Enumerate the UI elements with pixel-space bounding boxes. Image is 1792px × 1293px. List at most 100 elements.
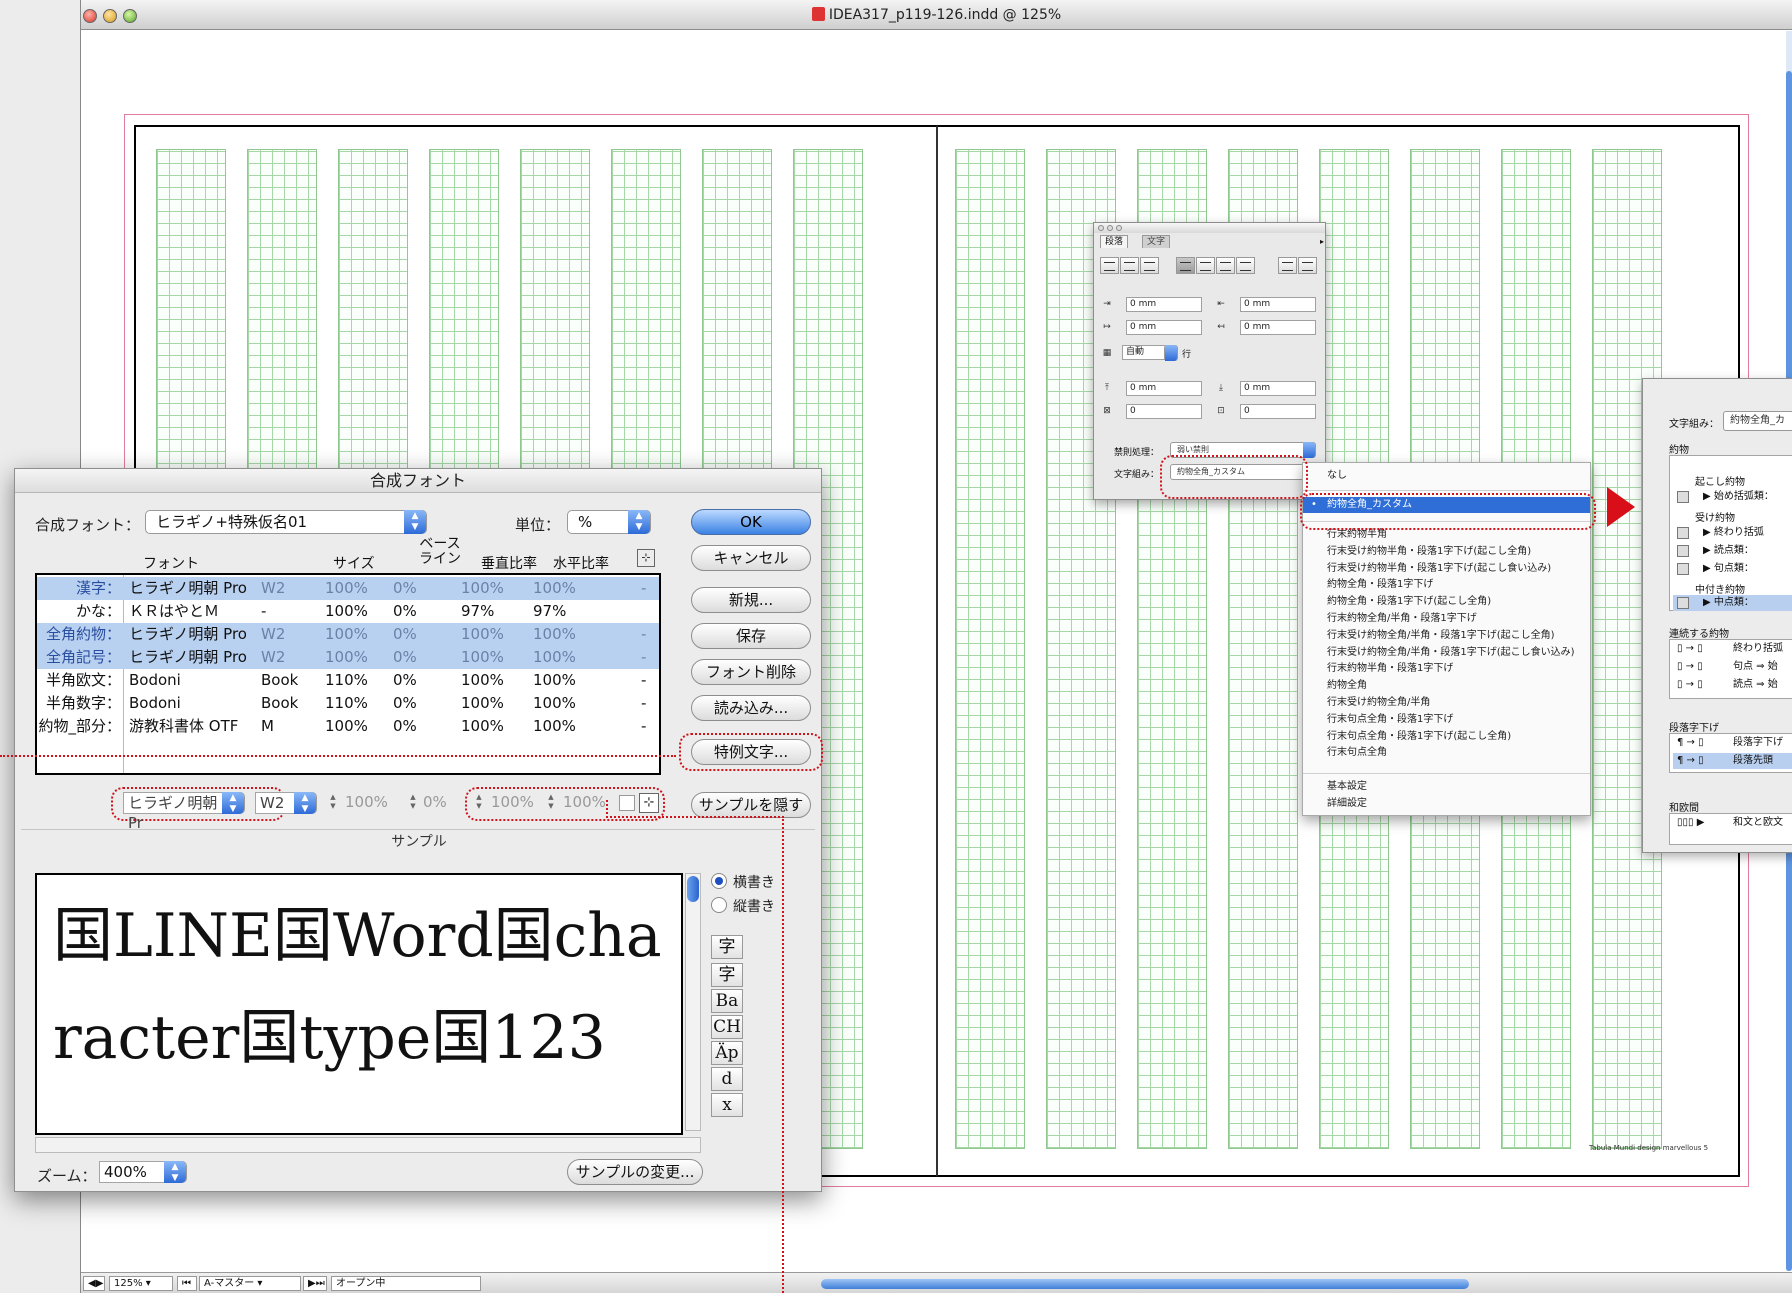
menu-item[interactable]: 行末受け約物半角・段落1字下げ(起こし食い込み) <box>1327 561 1551 577</box>
align-right-button[interactable] <box>1140 257 1159 274</box>
sample-tool-button[interactable]: d <box>711 1067 743 1091</box>
left-indent-field[interactable]: 0 mm <box>1126 297 1202 312</box>
grid-lines-field[interactable]: 自動 <box>1122 345 1170 360</box>
horizontal-radio[interactable] <box>711 873 727 889</box>
justify-left-button[interactable] <box>1176 257 1195 274</box>
panel-zoom-button[interactable] <box>1116 225 1122 231</box>
table-row[interactable]: 漢字： ヒラギノ明朝 Pro W2 100% 0% 100% 100% - <box>37 577 659 600</box>
edit-font-field[interactable]: ヒラギノ明朝 Pr <box>123 792 237 832</box>
right-indent-field[interactable]: 0 mm <box>1240 297 1316 312</box>
menu-item[interactable]: 約物全角・段落1字下げ <box>1327 577 1433 593</box>
page-select[interactable]: A-マスター ▾ <box>199 1276 301 1291</box>
view-toggle-button[interactable]: ◀▶ <box>83 1276 105 1291</box>
menu-item[interactable]: 行末受け約物全角/半角・段落1字下げ(起こし全角) <box>1327 628 1555 644</box>
kp-row-indent-2[interactable]: ¶ → ▯ 段落先頭 <box>1673 753 1792 769</box>
menu-item[interactable]: 行末句点全角 <box>1327 745 1387 761</box>
sample-vertical-scrollbar[interactable] <box>685 873 701 1131</box>
space-before-field[interactable]: 0 mm <box>1126 381 1202 396</box>
sample-vertical-scroll-thumb[interactable] <box>687 876 699 902</box>
align-away-spine-button[interactable] <box>1298 257 1317 274</box>
edit-font-popup[interactable]: ▲ ▼ <box>222 792 245 814</box>
edit-vscale-field[interactable]: 100% <box>487 792 545 814</box>
sample-tool-button[interactable]: CH <box>711 1015 743 1039</box>
panel-minimize-button[interactable] <box>1107 225 1113 231</box>
kp-row-wao[interactable]: ▯▯▯ ▶ 和文と欧文 <box>1673 815 1792 831</box>
menu-item-detail-settings[interactable]: 詳細設定 <box>1327 796 1367 812</box>
kp-row-start-bracket[interactable]: ▶ 始め括弧類： <box>1673 489 1792 505</box>
kp-mojikumi-popup[interactable]: 約物全角_カ <box>1723 411 1792 431</box>
sample-tool-button[interactable]: 字 <box>711 935 743 959</box>
kp-row-renzoku-1[interactable]: 終わり括弧 ▯ → ▯ <box>1673 641 1792 657</box>
hscale-stepper[interactable]: ▲ ▼ <box>545 793 557 813</box>
menu-item[interactable]: 行末受け約物全角/半角 <box>1327 695 1430 711</box>
panel-titlebar[interactable] <box>1094 223 1325 233</box>
size-stepper[interactable]: ▲ ▼ <box>327 793 339 813</box>
scale-checkbox[interactable] <box>619 795 635 811</box>
window-titlebar[interactable]: IDEA317_p119-126.indd @ 125% <box>81 0 1792 30</box>
justify-center-button[interactable] <box>1196 257 1215 274</box>
exception-characters-button[interactable]: 特例文字... <box>691 739 811 765</box>
justify-all-button[interactable] <box>1236 257 1255 274</box>
grid-lines-popup[interactable] <box>1164 345 1178 361</box>
menu-item[interactable]: 行末受け約物半角・段落1字下げ(起こし全角) <box>1327 544 1531 560</box>
kp-row-indent-1[interactable]: ¶ → ▯ 段落字下げ <box>1673 735 1792 751</box>
align-towards-spine-button[interactable] <box>1278 257 1297 274</box>
align-left-button[interactable] <box>1100 257 1119 274</box>
table-row[interactable]: 半角数字： Bodoni Book 110% 0% 100% 100% - <box>37 692 659 715</box>
menu-item-basic-settings[interactable]: 基本設定 <box>1327 779 1367 795</box>
zoom-popup[interactable]: ▲ ▼ <box>164 1161 187 1183</box>
tab-paragraph[interactable]: 段落 <box>1100 235 1129 248</box>
new-button[interactable]: 新規... <box>691 587 811 613</box>
menu-item[interactable]: 行末約物全角/半角・段落1字下げ <box>1327 611 1477 627</box>
edit-size-field[interactable]: 100% <box>341 792 401 814</box>
horizontal-scroll-thumb[interactable] <box>821 1279 1469 1289</box>
menu-item[interactable]: 約物全角 <box>1327 678 1367 694</box>
kp-row-renzoku-3[interactable]: 読点 ⇒ 始 ▯ → ▯ <box>1673 677 1792 693</box>
table-row[interactable]: 半角欧文： Bodoni Book 110% 0% 100% 100% - <box>37 669 659 692</box>
first-page-button[interactable]: ⏮ <box>177 1276 197 1291</box>
vertical-radio[interactable] <box>711 897 727 913</box>
kp-row-middle-dot[interactable]: ▶ 中点類： <box>1673 595 1792 611</box>
table-row[interactable]: 約物_部分： 游教科書体 OTF M 100% 0% 100% 100% - <box>37 715 659 738</box>
scale-link-icon[interactable]: ⊹ <box>637 549 655 567</box>
first-line-indent-field[interactable]: 0 mm <box>1126 320 1202 335</box>
panel-menu-icon[interactable]: ▸ <box>1320 237 1324 246</box>
kp-row-comma[interactable]: ▶ 読点類： <box>1673 543 1792 559</box>
hide-sample-button[interactable]: サンプルを隠す <box>691 792 811 818</box>
kp-row-end-bracket[interactable]: ▶ 終わり括弧 <box>1673 525 1792 541</box>
zoom-select[interactable]: 125% ▾ <box>109 1276 173 1291</box>
delete-font-button[interactable]: フォント削除 <box>691 659 811 685</box>
kp-row-renzoku-2[interactable]: 句点 ⇒ 始 ▯ → ▯ <box>1673 659 1792 675</box>
vscale-stepper[interactable]: ▲ ▼ <box>473 793 485 813</box>
cancel-button[interactable]: キャンセル <box>691 545 811 571</box>
menu-item[interactable]: 約物全角・段落1字下げ(起こし全角) <box>1327 594 1491 610</box>
font-settings-table[interactable]: 漢字： ヒラギノ明朝 Pro W2 100% 0% 100% 100% - かな： ＫＲはやとＭ -… <box>35 573 661 775</box>
preflight-status[interactable]: オープン中 <box>331 1276 481 1291</box>
kp-row-period[interactable]: ▶ 句点類： <box>1673 561 1792 577</box>
table-row[interactable]: かな： ＫＲはやとＭ - 100% 0% 97% 97% <box>37 600 659 623</box>
load-button[interactable]: 読み込み... <box>691 695 811 721</box>
baseline-stepper[interactable]: ▲ ▼ <box>407 793 419 813</box>
menu-item[interactable]: 行末受け約物全角/半角・段落1字下げ(起こし食い込み) <box>1327 645 1575 661</box>
change-sample-button[interactable]: サンプルの変更... <box>567 1159 703 1185</box>
edit-weight-popup[interactable]: ▲ ▼ <box>294 792 317 814</box>
menu-item[interactable]: 行末約物半角・段落1字下げ <box>1327 661 1453 677</box>
edit-hscale-field[interactable]: 100% <box>559 792 617 814</box>
drop-cap-chars-field[interactable]: 0 <box>1240 404 1316 419</box>
menu-item[interactable]: 行末句点全角・段落1字下げ(起こし全角) <box>1327 729 1511 745</box>
sample-tool-button[interactable]: Äp <box>711 1041 743 1065</box>
table-row[interactable]: 全角記号： ヒラギノ明朝 Pro W2 100% 0% 100% 100% - <box>37 646 659 669</box>
justify-right-button[interactable] <box>1216 257 1235 274</box>
sample-horizontal-scrollbar[interactable] <box>35 1137 701 1153</box>
ok-button[interactable]: OK <box>691 509 811 535</box>
last-line-indent-field[interactable]: 0 mm <box>1240 320 1316 335</box>
drop-cap-lines-field[interactable]: 0 <box>1126 404 1202 419</box>
save-button[interactable]: 保存 <box>691 623 811 649</box>
sample-tool-button[interactable]: Ba <box>711 989 743 1013</box>
sample-tool-button[interactable]: x <box>711 1093 743 1117</box>
unit-select[interactable]: % ▲ ▼ <box>567 510 651 534</box>
next-page-button[interactable]: ▶⏭ <box>303 1276 327 1291</box>
panel-close-button[interactable] <box>1098 225 1104 231</box>
sample-tool-button[interactable]: 字 <box>711 963 743 987</box>
menu-item-none[interactable]: なし <box>1327 468 1347 484</box>
